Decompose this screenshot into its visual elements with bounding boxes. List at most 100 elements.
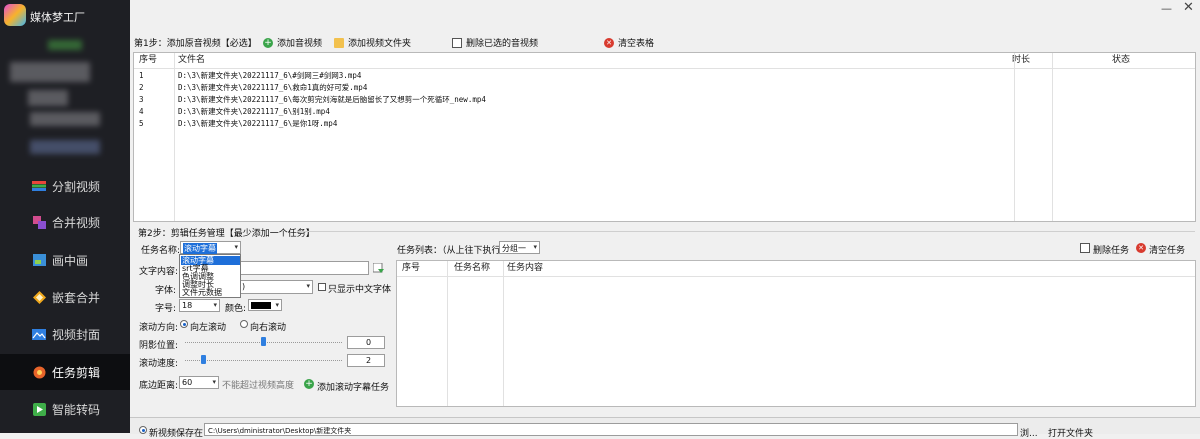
speed-slider-thumb[interactable]	[201, 355, 206, 364]
size-select[interactable]: 18 ▾	[179, 299, 220, 312]
task-type-dropdown[interactable]: 滚动字幕 srt字幕 色调调整 调整时长 文件元数据	[179, 254, 241, 298]
chevron-down-icon: ▾	[533, 243, 537, 251]
sidebar-item-task-edit[interactable]: 任务剪辑	[0, 354, 130, 390]
sidebar-item-label: 画中画	[52, 253, 89, 268]
direction-label: 滚动方向:	[139, 323, 179, 333]
app-logo-icon	[4, 4, 26, 26]
bottom-distance-label: 底边距离:	[139, 381, 179, 391]
step2-title: 第2步：剪辑任务管理【最少添加一个任务】	[138, 229, 315, 239]
size-label: 字号:	[155, 304, 177, 314]
column-divider	[503, 261, 504, 406]
delete-selected-button[interactable]: 删除已选的音视频	[452, 36, 538, 49]
clear-table-button[interactable]: ✕ 清空表格	[604, 36, 654, 49]
speed-slider-track	[185, 360, 342, 362]
task-table[interactable]: 序号 任务名称 任务内容	[396, 260, 1196, 407]
delete-list-icon	[452, 37, 462, 48]
video-cover-icon	[32, 327, 46, 341]
only-chinese-checkbox[interactable]	[318, 283, 326, 291]
clear-icon: ✕	[1136, 243, 1146, 253]
clear-icon: ✕	[604, 37, 614, 48]
header-divider	[134, 68, 1195, 69]
col-header-filename: 文件名	[178, 55, 206, 65]
sidebar-item-label: 分割视频	[52, 179, 101, 194]
add-task-button[interactable]: 添加滚动字幕任务	[317, 380, 389, 393]
bottom-hint: 不能超过视频高度	[222, 381, 295, 391]
blurred-region	[48, 40, 82, 50]
col-header-index: 序号	[402, 263, 421, 273]
save-path-input[interactable]: C:\Users\dministrator\Desktop\新建文件夹	[204, 423, 1018, 436]
font-select[interactable]: ) ▾	[239, 280, 313, 294]
chevron-down-icon: ▾	[212, 378, 216, 386]
table-row[interactable]: 4 D:\3\新建文件夹\20221117_6\别1别.mp4	[134, 106, 1196, 118]
divider	[297, 231, 1195, 232]
sidebar-item-split[interactable]: 分割视频	[0, 168, 130, 204]
table-row[interactable]: 1 D:\3\新建文件夹\20221117_6\#剑网三#剑网3.mp4	[134, 70, 1196, 82]
insert-text-icon[interactable]	[372, 262, 384, 274]
output-bar: 新视频保存在: C:\Users\dministrator\Desktop\新建…	[130, 417, 1200, 439]
direction-right-radio[interactable]	[240, 320, 248, 328]
sidebar: 媒体梦工厂 分割视频 合并视频 画中画 嵌套合并 视频封面 任务剪辑 智能转码	[0, 0, 130, 433]
split-video-icon	[32, 179, 46, 193]
media-table[interactable]: 序号 文件名 时长 状态 1 D:\3\新建文件夹\20221117_6\#剑网…	[133, 52, 1196, 222]
font-label: 字体:	[155, 286, 177, 296]
direction-left-radio[interactable]	[180, 320, 188, 328]
sidebar-item-nest[interactable]: 嵌套合并	[0, 279, 130, 315]
sidebar-item-label: 视频封面	[52, 327, 101, 342]
column-divider	[447, 261, 448, 406]
group-select[interactable]: 分组一 ▾	[499, 241, 540, 254]
plus-icon[interactable]: +	[304, 379, 314, 389]
transcode-icon	[32, 402, 46, 416]
shadow-value-input[interactable]: 0	[347, 336, 385, 349]
close-icon[interactable]: ✕	[1183, 0, 1194, 15]
chevron-down-icon: ▾	[234, 243, 238, 251]
shadow-label: 阴影位置:	[139, 341, 179, 351]
col-header-index: 序号	[139, 55, 158, 65]
clear-tasks-button[interactable]: 清空任务	[1149, 243, 1185, 256]
chevron-down-icon: ▾	[306, 282, 310, 290]
text-content-input[interactable]	[239, 261, 369, 275]
sidebar-item-transcode[interactable]: 智能转码	[0, 391, 130, 427]
blurred-region	[10, 62, 90, 82]
blurred-region	[30, 112, 100, 126]
color-swatch	[251, 302, 271, 309]
dropdown-option[interactable]: 文件元数据	[181, 288, 240, 297]
nest-merge-icon	[32, 290, 46, 304]
header-divider	[397, 276, 1195, 277]
sidebar-item-label: 嵌套合并	[52, 290, 101, 305]
bottom-distance-select[interactable]: 60 ▾	[179, 376, 219, 389]
direction-right-label: 向右滚动	[250, 323, 287, 333]
sidebar-item-label: 合并视频	[52, 215, 101, 230]
folder-add-icon	[334, 37, 344, 48]
table-row[interactable]: 3 D:\3\新建文件夹\20221117_6\每次剪完刘海就是后脑留长了又想剪…	[134, 94, 1196, 106]
task-name-label: 任务名称:	[141, 246, 181, 256]
color-label: 颜色:	[225, 304, 247, 314]
merge-video-icon	[32, 215, 46, 229]
pip-icon	[32, 253, 46, 267]
delete-task-icon	[1080, 243, 1090, 253]
color-picker[interactable]: ▾	[248, 299, 282, 311]
task-name-select[interactable]: 滚动字幕 ▾	[180, 241, 241, 254]
add-folder-button[interactable]: 添加视频文件夹	[334, 36, 411, 49]
speed-label: 滚动速度:	[139, 359, 179, 369]
step1-title: 第1步：添加原音视频【必选】	[134, 39, 257, 49]
plus-icon: +	[263, 37, 273, 48]
shadow-slider-thumb[interactable]	[261, 337, 266, 346]
direction-left-label: 向左滚动	[190, 323, 227, 333]
table-row[interactable]: 2 D:\3\新建文件夹\20221117_6\救命1真的好可爱.mp4	[134, 82, 1196, 94]
minimize-icon[interactable]: —	[1161, 2, 1172, 15]
delete-task-button[interactable]: 删除任务	[1093, 243, 1129, 256]
task-list-label: 任务列表：（从上往下执行）	[397, 246, 510, 256]
col-header-task-content: 任务内容	[507, 263, 544, 273]
speed-value-input[interactable]: 2	[347, 354, 385, 367]
sidebar-item-label: 智能转码	[52, 402, 101, 417]
blurred-region	[30, 140, 100, 154]
sidebar-item-label: 任务剪辑	[52, 365, 101, 380]
sidebar-item-cover[interactable]: 视频封面	[0, 316, 130, 352]
table-row[interactable]: 5 D:\3\新建文件夹\20221117_6\是你1呀.mp4	[134, 118, 1196, 130]
col-header-status: 状态	[1112, 55, 1131, 65]
col-header-task-name: 任务名称	[454, 263, 491, 273]
sidebar-item-pip[interactable]: 画中画	[0, 242, 130, 278]
add-media-button[interactable]: + 添加音视频	[263, 36, 322, 49]
only-chinese-label: 只显示中文字体	[328, 285, 392, 295]
sidebar-item-merge[interactable]: 合并视频	[0, 204, 130, 240]
